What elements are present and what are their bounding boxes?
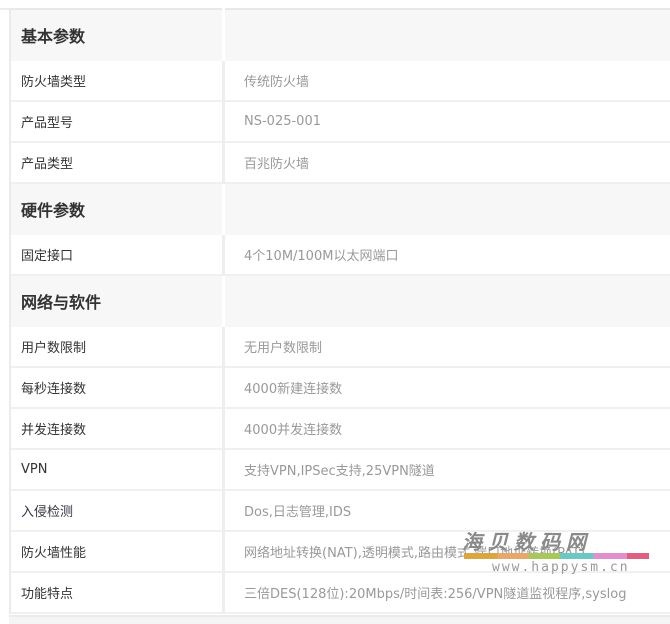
table-row: VPN支持VPN,IPSec支持,25VPN隧道	[11, 449, 670, 490]
spec-label: 功能特点	[11, 572, 224, 613]
table-row: 每秒连接数4000新建连接数	[11, 367, 670, 408]
spec-label: 产品型号	[11, 101, 224, 142]
table-row: 入侵检测Dos,日志管理,IDS	[11, 490, 670, 531]
watermark-color-bar	[464, 553, 649, 559]
spec-table: 基本参数 防火墙类型传统防火墙 产品型号NS-025-001 产品类型百兆防火墙…	[11, 8, 670, 614]
table-row: 固定接口4个10M/100M以太网端口	[11, 235, 670, 276]
spec-label: 产品类型	[11, 142, 224, 183]
section-header-network: 网络与软件	[11, 275, 670, 327]
spec-value: 支持VPN,IPSec支持,25VPN隧道	[224, 449, 670, 490]
spec-label: 并发连接数	[11, 408, 224, 449]
spec-value: 4000新建连接数	[224, 367, 670, 408]
spec-value: 传统防火墙	[224, 61, 670, 102]
spec-label: 用户数限制	[11, 327, 224, 368]
table-row: 防火墙类型传统防火墙	[11, 61, 670, 102]
section-title: 基本参数	[11, 9, 224, 61]
spec-label: 固定接口	[11, 235, 224, 276]
bottom-border	[9, 615, 670, 624]
spec-label: VPN	[11, 449, 224, 490]
watermark-url: www.happysm.cn	[492, 560, 630, 575]
spec-label: 每秒连接数	[11, 367, 224, 408]
watermark-logo: 海贝数码网	[462, 526, 592, 555]
spec-value: 无用户数限制	[224, 327, 670, 368]
spec-label: 防火墙类型	[11, 61, 224, 102]
spec-value: 百兆防火墙	[224, 142, 670, 183]
section-header-hardware: 硬件参数	[11, 183, 670, 235]
table-row: 产品型号NS-025-001	[11, 101, 670, 142]
table-row: 产品类型百兆防火墙	[11, 142, 670, 183]
spec-label: 防火墙性能	[11, 531, 224, 572]
spec-value: NS-025-001	[224, 101, 670, 142]
table-row: 并发连接数4000并发连接数	[11, 408, 670, 449]
section-title: 硬件参数	[11, 183, 224, 235]
table-row: 用户数限制无用户数限制	[11, 327, 670, 368]
spec-value: Dos,日志管理,IDS	[224, 490, 670, 531]
spec-table-container: 基本参数 防火墙类型传统防火墙 产品型号NS-025-001 产品类型百兆防火墙…	[9, 8, 670, 614]
section-title: 网络与软件	[11, 275, 224, 327]
section-header-basic: 基本参数	[11, 9, 670, 61]
spec-label: 入侵检测	[11, 490, 224, 531]
watermark: 海贝数码网 www.happysm.cn	[462, 526, 652, 586]
spec-value: 4000并发连接数	[224, 408, 670, 449]
spec-value: 4个10M/100M以太网端口	[224, 235, 670, 276]
